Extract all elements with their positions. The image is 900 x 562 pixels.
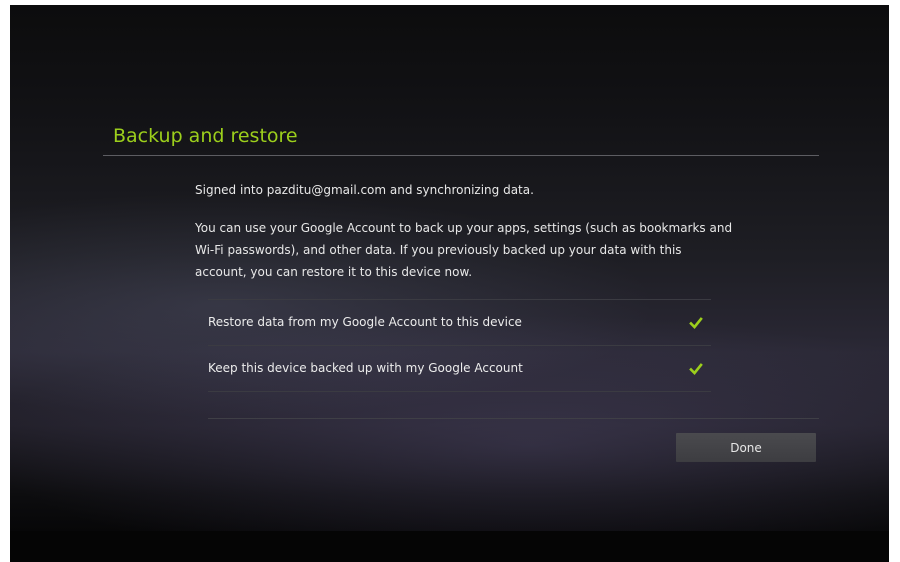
restore-data-label: Restore data from my Google Account to t…	[208, 315, 522, 329]
keep-backed-up-label: Keep this device backed up with my Googl…	[208, 361, 523, 375]
check-icon	[689, 317, 703, 329]
restore-data-checkbox[interactable]	[689, 316, 703, 330]
footer-divider	[208, 418, 819, 419]
done-button[interactable]: Done	[676, 433, 816, 462]
check-icon	[689, 363, 703, 375]
setup-screen: Backup and restore Signed into pazditu@g…	[10, 5, 889, 531]
page-title: Backup and restore	[113, 125, 298, 147]
backup-description-text: You can use your Google Account to back …	[195, 221, 733, 279]
account-status-text: Signed into pazditu@gmail.com and synchr…	[195, 183, 534, 197]
option-divider	[208, 299, 711, 300]
title-divider	[103, 155, 819, 156]
system-bar	[10, 531, 889, 562]
option-divider	[208, 345, 711, 346]
keep-backed-up-checkbox[interactable]	[689, 362, 703, 376]
keep-backed-up-option[interactable]: Keep this device backed up with my Googl…	[208, 347, 711, 391]
restore-data-option[interactable]: Restore data from my Google Account to t…	[208, 301, 711, 345]
option-divider	[208, 391, 711, 392]
